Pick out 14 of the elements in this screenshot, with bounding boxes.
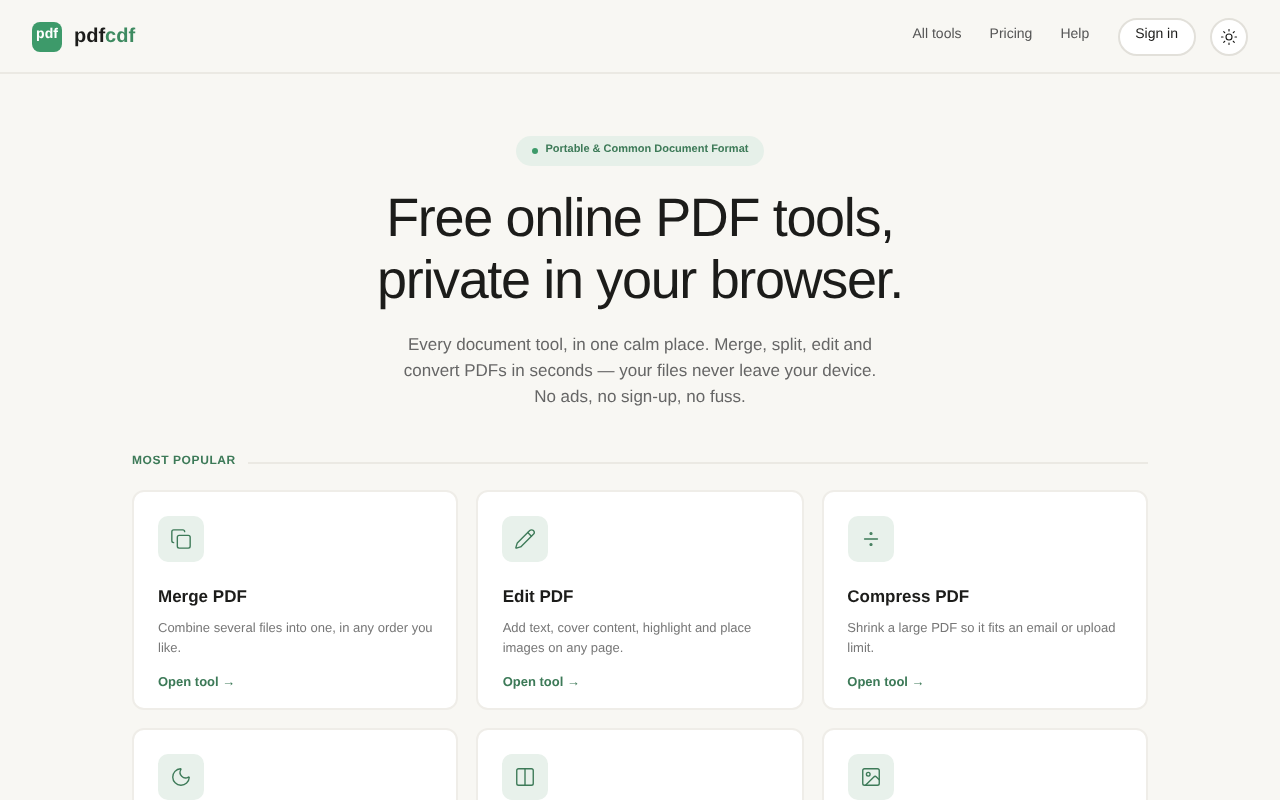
tool-title: Compress PDF [847, 584, 972, 610]
hero-description: Every document tool, in one calm place. Merge, split, edit and convert PDFs in seconds — your files never leave your device. No ads, no sign-up, no fuss. [403, 332, 877, 410]
sun-icon [1220, 27, 1238, 45]
divide-icon [847, 516, 894, 562]
copy-icon [158, 516, 204, 562]
pencil-icon [502, 516, 549, 562]
hero-title: Free online PDF tools, private in your browser. [377, 188, 903, 312]
tool-title: Merge PDF [158, 584, 249, 610]
image-icon [847, 754, 894, 800]
brand-name[interactable]: pdfcdf [74, 25, 136, 47]
split-panel-icon [502, 754, 549, 800]
moon-icon [158, 754, 204, 800]
tool-title: Edit PDF [502, 584, 576, 610]
theme-toggle-button[interactable] [1210, 17, 1248, 55]
